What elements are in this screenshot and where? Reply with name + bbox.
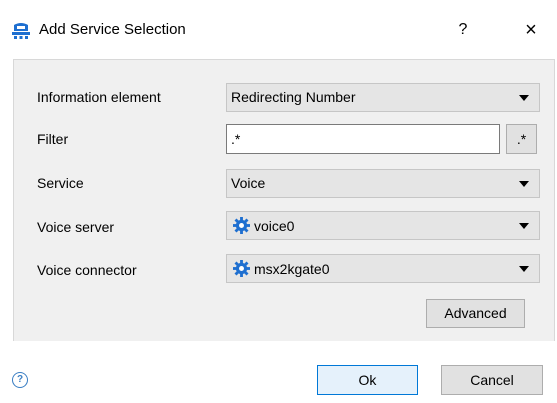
service-select[interactable]: Voice <box>226 169 540 198</box>
add-service-selection-dialog: Add Service Selection ? × Information el… <box>0 0 557 403</box>
service-label: Service <box>37 175 84 191</box>
filter-input[interactable] <box>227 125 499 153</box>
filter-label: Filter <box>37 131 69 147</box>
help-circle-icon[interactable]: ? <box>12 372 28 388</box>
network-service-icon <box>12 23 30 39</box>
help-button[interactable]: ? <box>452 17 474 43</box>
close-button[interactable]: × <box>518 17 544 43</box>
gear-icon <box>233 260 250 277</box>
gear-icon <box>233 217 250 234</box>
chevron-down-icon <box>519 95 529 101</box>
information-element-select[interactable]: Redirecting Number <box>226 83 540 112</box>
filter-field-container <box>226 124 500 154</box>
information-element-label: Information element <box>37 89 161 105</box>
cancel-button[interactable]: Cancel <box>441 365 543 395</box>
chevron-down-icon <box>519 181 529 187</box>
advanced-button[interactable]: Advanced <box>426 299 525 328</box>
voice-connector-value: msx2kgate0 <box>254 261 330 277</box>
regex-button[interactable]: .* <box>506 124 537 154</box>
title-bar: Add Service Selection ? × <box>0 0 557 60</box>
window-title: Add Service Selection <box>39 21 186 38</box>
dialog-footer: ? Ok Cancel <box>0 342 557 403</box>
information-element-value: Redirecting Number <box>231 89 356 105</box>
ok-button[interactable]: Ok <box>317 365 418 395</box>
chevron-down-icon <box>519 266 529 272</box>
service-value: Voice <box>231 175 266 191</box>
voice-server-value: voice0 <box>254 218 295 234</box>
voice-server-label: Voice server <box>37 219 115 235</box>
chevron-down-icon <box>519 223 529 229</box>
voice-connector-select[interactable]: msx2kgate0 <box>226 254 540 283</box>
voice-server-select[interactable]: voice0 <box>226 211 540 240</box>
voice-connector-label: Voice connector <box>37 262 137 278</box>
